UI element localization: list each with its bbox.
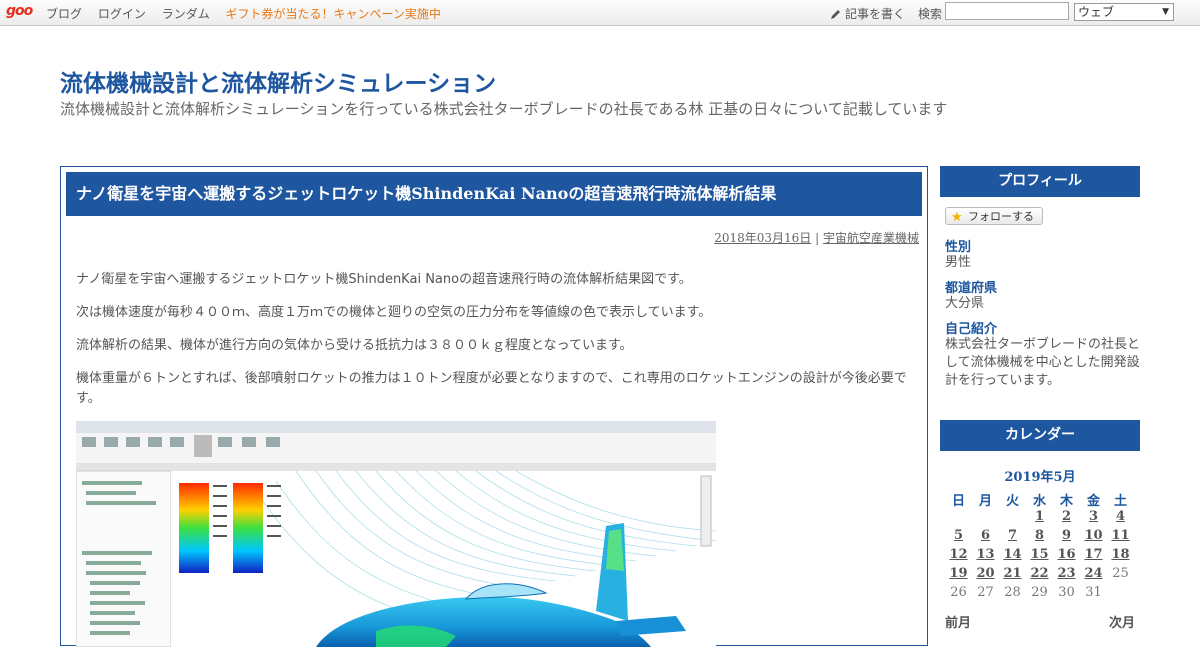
calendar-day[interactable]: 2 [1053, 509, 1080, 528]
prefecture-label: 都道府県 [945, 281, 998, 296]
meta-separator: | [815, 231, 820, 245]
search-input[interactable] [945, 2, 1069, 20]
calendar: 2019年5月 日月火水木金土 1 2 3 4 5 6 7 8 9 10 11 12 13 14 15 16 17… [945, 466, 1135, 604]
nav-login-link[interactable]: ログイン [98, 7, 146, 21]
pencil-icon [831, 10, 840, 19]
entry-paragraph: 機体重量が６トンとすれば、後部噴射ロケットの推力は１０トン程度が必要となりますの… [76, 371, 907, 406]
weekday-header: 日 [951, 494, 965, 509]
calendar-day: 26 [950, 585, 967, 600]
cfd-simulation-screenshot[interactable] [76, 421, 716, 647]
write-article-link[interactable]: 記事を書く [830, 5, 905, 22]
follow-label: フォローする [968, 210, 1034, 223]
calendar-day[interactable]: 13 [972, 547, 999, 566]
write-article-label: 記事を書く [845, 7, 906, 21]
nav-random-link[interactable]: ランダム [162, 7, 210, 21]
calendar-day[interactable]: 12 [945, 547, 972, 566]
calendar-day[interactable]: 18 [1107, 547, 1134, 566]
calendar-grid: 日月火水木金土 1 2 3 4 5 6 7 8 9 10 11 12 13 14 15 16 17 18 19 20 21… [945, 490, 1135, 604]
blog-entry: ナノ衛星を宇宙へ運搬するジェットロケット機ShindenKai Nanoの超音速… [60, 166, 928, 647]
top-nav: ブログ ログイン ランダム ギフト券が当たる！キャンペーン実施中 [46, 5, 453, 22]
entry-paragraph: ナノ衛星を宇宙へ運搬するジェットロケット機ShindenKai Nanoの超音速… [76, 272, 692, 287]
calendar-day[interactable]: 23 [1053, 566, 1080, 585]
weekday-header: 水 [1032, 494, 1046, 509]
calendar-day[interactable]: 21 [999, 566, 1026, 585]
search-scope-value: ウェブ [1078, 5, 1115, 19]
calendar-day[interactable]: 8 [1026, 528, 1053, 547]
calendar-day: 29 [1031, 585, 1048, 600]
calendar-day: 27 [977, 585, 994, 600]
weekday-header: 月 [978, 494, 992, 509]
entry-date-link[interactable]: 2018年03月16日 [714, 231, 811, 245]
intro-value: 株式会社ターボブレードの社長として流体機械を中心とした開発設計を行っています。 [945, 337, 1141, 388]
calendar-day: 30 [1058, 585, 1075, 600]
calendar-day[interactable]: 11 [1107, 528, 1134, 547]
calendar-day[interactable]: 17 [1080, 547, 1107, 566]
blog-description: 流体機械設計と流体解析シミュレーションを行っている株式会社ターボブレードの社長で… [60, 100, 948, 118]
calendar-day[interactable]: 15 [1026, 547, 1053, 566]
gender-value: 男性 [945, 255, 972, 270]
calendar-next-link[interactable]: 次月 [1109, 612, 1135, 631]
calendar-day[interactable]: 16 [1053, 547, 1080, 566]
calendar-day: 25 [1112, 566, 1129, 581]
calendar-day[interactable]: 3 [1080, 509, 1107, 528]
calendar-day [972, 509, 999, 528]
weekday-header: 火 [1005, 494, 1019, 509]
calendar-day[interactable]: 20 [972, 566, 999, 585]
entry-paragraph: 流体解析の結果、機体が進行方向の気体から受ける抵抗力は３８００ｋｇ程度となってい… [76, 338, 633, 353]
weekday-header: 金 [1086, 494, 1100, 509]
calendar-day [999, 509, 1026, 528]
intro-label: 自己紹介 [945, 322, 998, 337]
calendar-day[interactable]: 24 [1080, 566, 1107, 585]
search-scope-select[interactable]: ウェブ ▼ [1074, 3, 1174, 21]
calendar-month: 2019年5月 [1004, 470, 1076, 485]
campaign-link[interactable]: ギフト券が当たる！キャンペーン実施中 [226, 7, 441, 21]
goo-toolbar: goo ブログ ログイン ランダム ギフト券が当たる！キャンペーン実施中 記事を… [0, 0, 1200, 26]
follow-button[interactable]: ★ フォローする [945, 207, 1043, 225]
calendar-day[interactable]: 6 [972, 528, 999, 547]
gender-label: 性別 [945, 240, 972, 255]
search-label: 検索 [918, 7, 943, 21]
calendar-day[interactable]: 4 [1107, 509, 1134, 528]
calendar-day[interactable]: 9 [1053, 528, 1080, 547]
calendar-day [1107, 585, 1134, 604]
entry-meta: 2018年03月16日 | 宇宙航空産業機械 [714, 229, 919, 246]
calendar-day[interactable]: 7 [999, 528, 1026, 547]
star-icon: ★ [951, 210, 963, 225]
calendar-prev-link[interactable]: 前月 [945, 612, 971, 631]
calendar-day: 31 [1085, 585, 1102, 600]
calendar-day[interactable]: 5 [945, 528, 972, 547]
calendar-day[interactable]: 22 [1026, 566, 1053, 585]
calendar-day[interactable]: 14 [999, 547, 1026, 566]
calendar-day: 28 [1004, 585, 1021, 600]
calendar-day [945, 509, 972, 528]
goo-logo[interactable]: goo [6, 3, 33, 19]
entry-category-link[interactable]: 宇宙航空産業機械 [823, 231, 919, 245]
calendar-day[interactable]: 1 [1026, 509, 1053, 528]
calendar-day[interactable]: 19 [945, 566, 972, 585]
entry-paragraph: 次は機体速度が毎秒４００ｍ、高度１万ｍでの機体と廻りの空気の圧力分布を等値線の色… [76, 305, 712, 320]
prefecture-value: 大分県 [945, 296, 985, 311]
calendar-heading: カレンダー [940, 420, 1140, 451]
calendar-day[interactable]: 10 [1080, 528, 1107, 547]
entry-title[interactable]: ナノ衛星を宇宙へ運搬するジェットロケット機ShindenKai Nanoの超音速… [66, 172, 922, 216]
nav-blog-link[interactable]: ブログ [46, 7, 82, 21]
profile-heading: プロフィール [940, 166, 1140, 197]
blog-title[interactable]: 流体機械設計と流体解析シミュレーション [60, 64, 496, 98]
dropdown-arrow-icon: ▼ [1162, 7, 1169, 17]
weekday-header: 木 [1059, 494, 1073, 509]
weekday-header: 土 [1113, 494, 1127, 509]
